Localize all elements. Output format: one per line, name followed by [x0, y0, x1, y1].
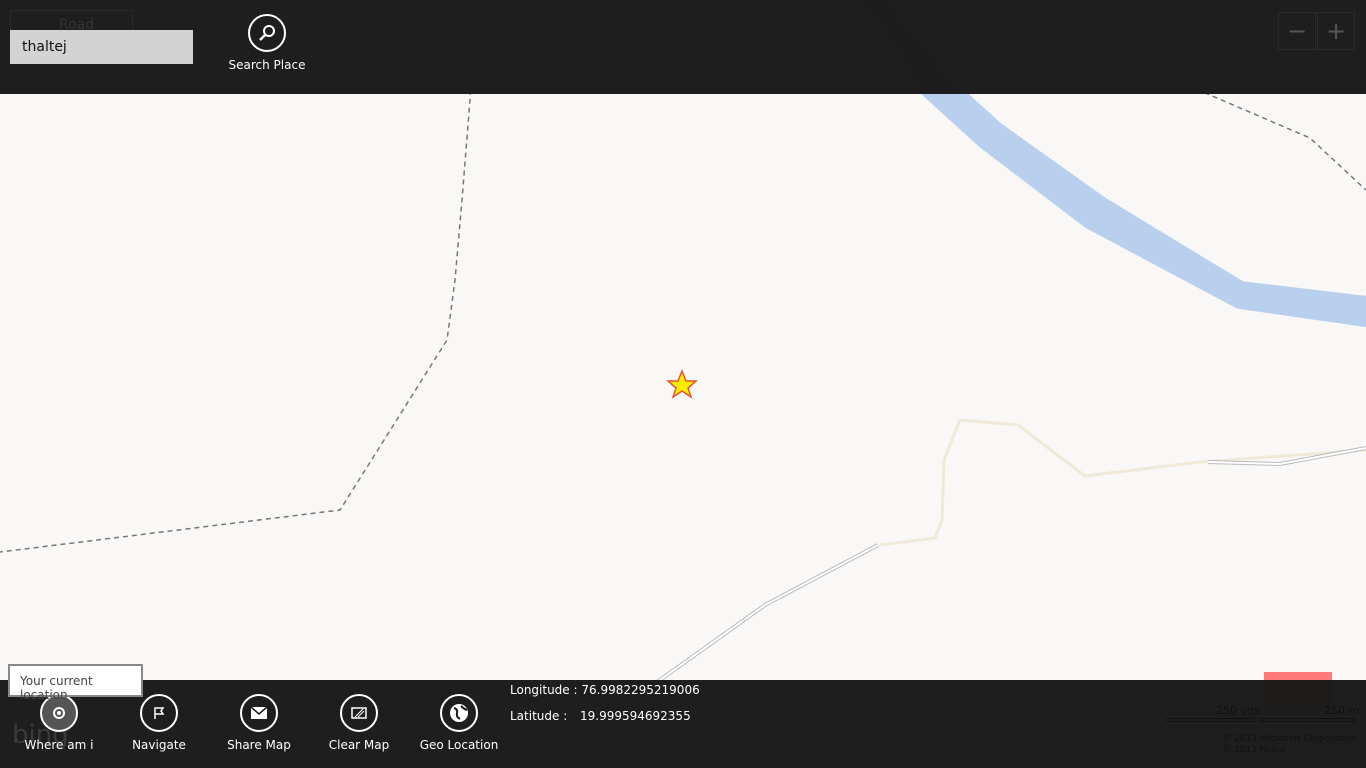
- geo-location-button[interactable]: Geo Location: [414, 694, 504, 752]
- mail-icon: [240, 694, 278, 732]
- location-star-marker: [666, 368, 698, 399]
- zoom-in-button[interactable]: +: [1317, 12, 1355, 50]
- map-canvas[interactable]: [0, 0, 1366, 768]
- share-map-button[interactable]: Share Map: [214, 694, 304, 752]
- globe-icon: [440, 694, 478, 732]
- geo-location-label: Geo Location: [419, 738, 499, 752]
- latitude-value: 19.999594692355: [580, 709, 691, 723]
- clear-map-label: Clear Map: [328, 738, 390, 752]
- latitude-label: Latitude :: [510, 709, 568, 723]
- road: [879, 418, 1366, 547]
- share-map-label: Share Map: [227, 738, 291, 752]
- where-am-i-label: Where am i: [24, 738, 94, 752]
- longitude-label: Longitude :: [510, 683, 578, 697]
- longitude-value: 76.9982295219006: [581, 683, 700, 697]
- search-input[interactable]: [10, 30, 193, 64]
- scale-bar-imperial: [1167, 718, 1255, 722]
- top-app-bar: Road Search Place − +: [0, 0, 1366, 94]
- flag-icon: [140, 694, 178, 732]
- search-place-button[interactable]: Search Place: [222, 14, 312, 72]
- scale-bar-metric: [1259, 718, 1356, 722]
- zoom-out-button[interactable]: −: [1278, 12, 1316, 50]
- navigate-label: Navigate: [132, 738, 186, 752]
- scale-imperial: 250 yds: [1216, 704, 1260, 717]
- bottom-app-bar: bing Where am i Navigate Share Map Clear…: [0, 680, 1366, 768]
- navigate-button[interactable]: Navigate: [114, 694, 204, 752]
- scale-metric: 250 m: [1324, 704, 1360, 717]
- longitude-readout: Longitude : 76.9982295219006: [510, 683, 700, 697]
- where-am-i-button[interactable]: Where am i: [14, 694, 104, 752]
- latitude-readout: Latitude : 19.999594692355: [510, 709, 691, 723]
- tooltip: Your current location: [8, 664, 143, 702]
- copyright-microsoft: © 2013 Microsoft Corporation: [1222, 734, 1357, 744]
- clear-map-button[interactable]: Clear Map: [314, 694, 404, 752]
- search-icon: [248, 14, 286, 52]
- clear-icon: [340, 694, 378, 732]
- search-place-label: Search Place: [228, 58, 306, 72]
- copyright-nokia: © 2013 Nokia: [1222, 745, 1286, 755]
